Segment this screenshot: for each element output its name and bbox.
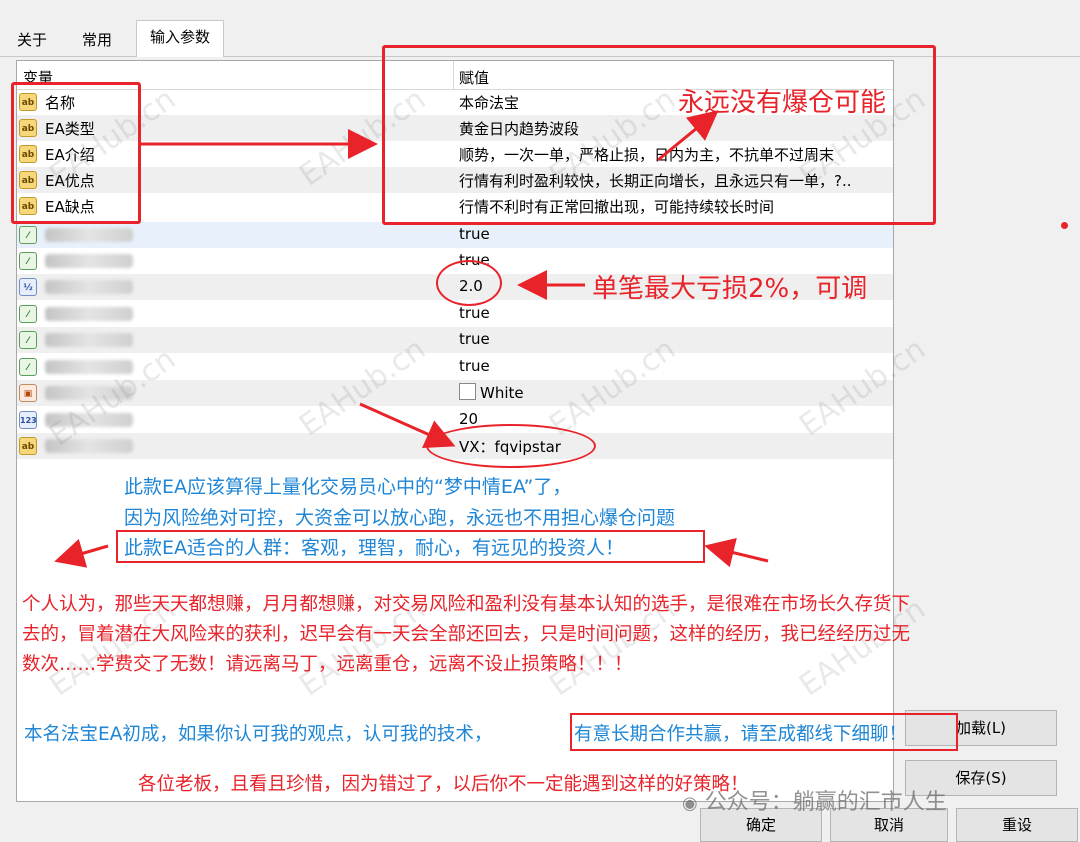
wechat-icon: ◉ xyxy=(682,793,698,814)
annotation-blue-line-1: 此款EA应该算得上量化交易员心中的“梦中情EA”了， xyxy=(124,476,572,498)
wechat-watermark: ◉ 公众号：躺赢的汇市人生 xyxy=(682,784,947,816)
wechat-account-name: 公众号：躺赢的汇市人生 xyxy=(704,790,947,815)
arrow-right-to-audience xyxy=(704,538,769,568)
annotation-red-bottom: 各位老板，且看且珍惜，因为错过了，以后你不一定能遇到这样的好策略！ xyxy=(138,774,749,795)
annotation-blue-line-2: 因为风险绝对可控，大资金可以放心跑，永远也不用担心爆仓问题 xyxy=(124,507,676,529)
annotation-red-para-2: 去的，冒着潜在大风险来的获利，迟早会有一天会全部还回去，只是时间问题，这样的经历… xyxy=(22,624,911,645)
annotation-max-loss: 单笔最大亏损2%，可调 xyxy=(592,274,868,304)
annotation-red-para-1: 个人认为，那些天天都想赚，月月都想赚，对交易风险和盈利没有基本认知的选手，是很难… xyxy=(22,594,911,615)
annotation-blue-bottom-a: 本名法宝EA初成，如果你认可我的观点，认可我的技术， xyxy=(24,724,493,745)
annotation-arrows xyxy=(54,110,769,568)
annotation-blue-line-3: 此款EA适合的人群：客观，理智，耐心，有远见的投资人！ xyxy=(124,537,625,559)
annotation-blue-bottom-b: 有意长期合作共赢，请至成都线下细聊！ xyxy=(574,724,908,745)
annotation-never-blowup: 永远没有爆仓可能 xyxy=(678,88,887,118)
arrow-to-contact-ellipse xyxy=(359,402,456,448)
annotation-red-para-3: 数次……学费交了无数！请远离马丁，远离重仓，远离不设止损策略！！！ xyxy=(22,654,633,675)
arrow-left-to-audience xyxy=(54,538,109,568)
arrow-title-to-values xyxy=(657,110,719,162)
